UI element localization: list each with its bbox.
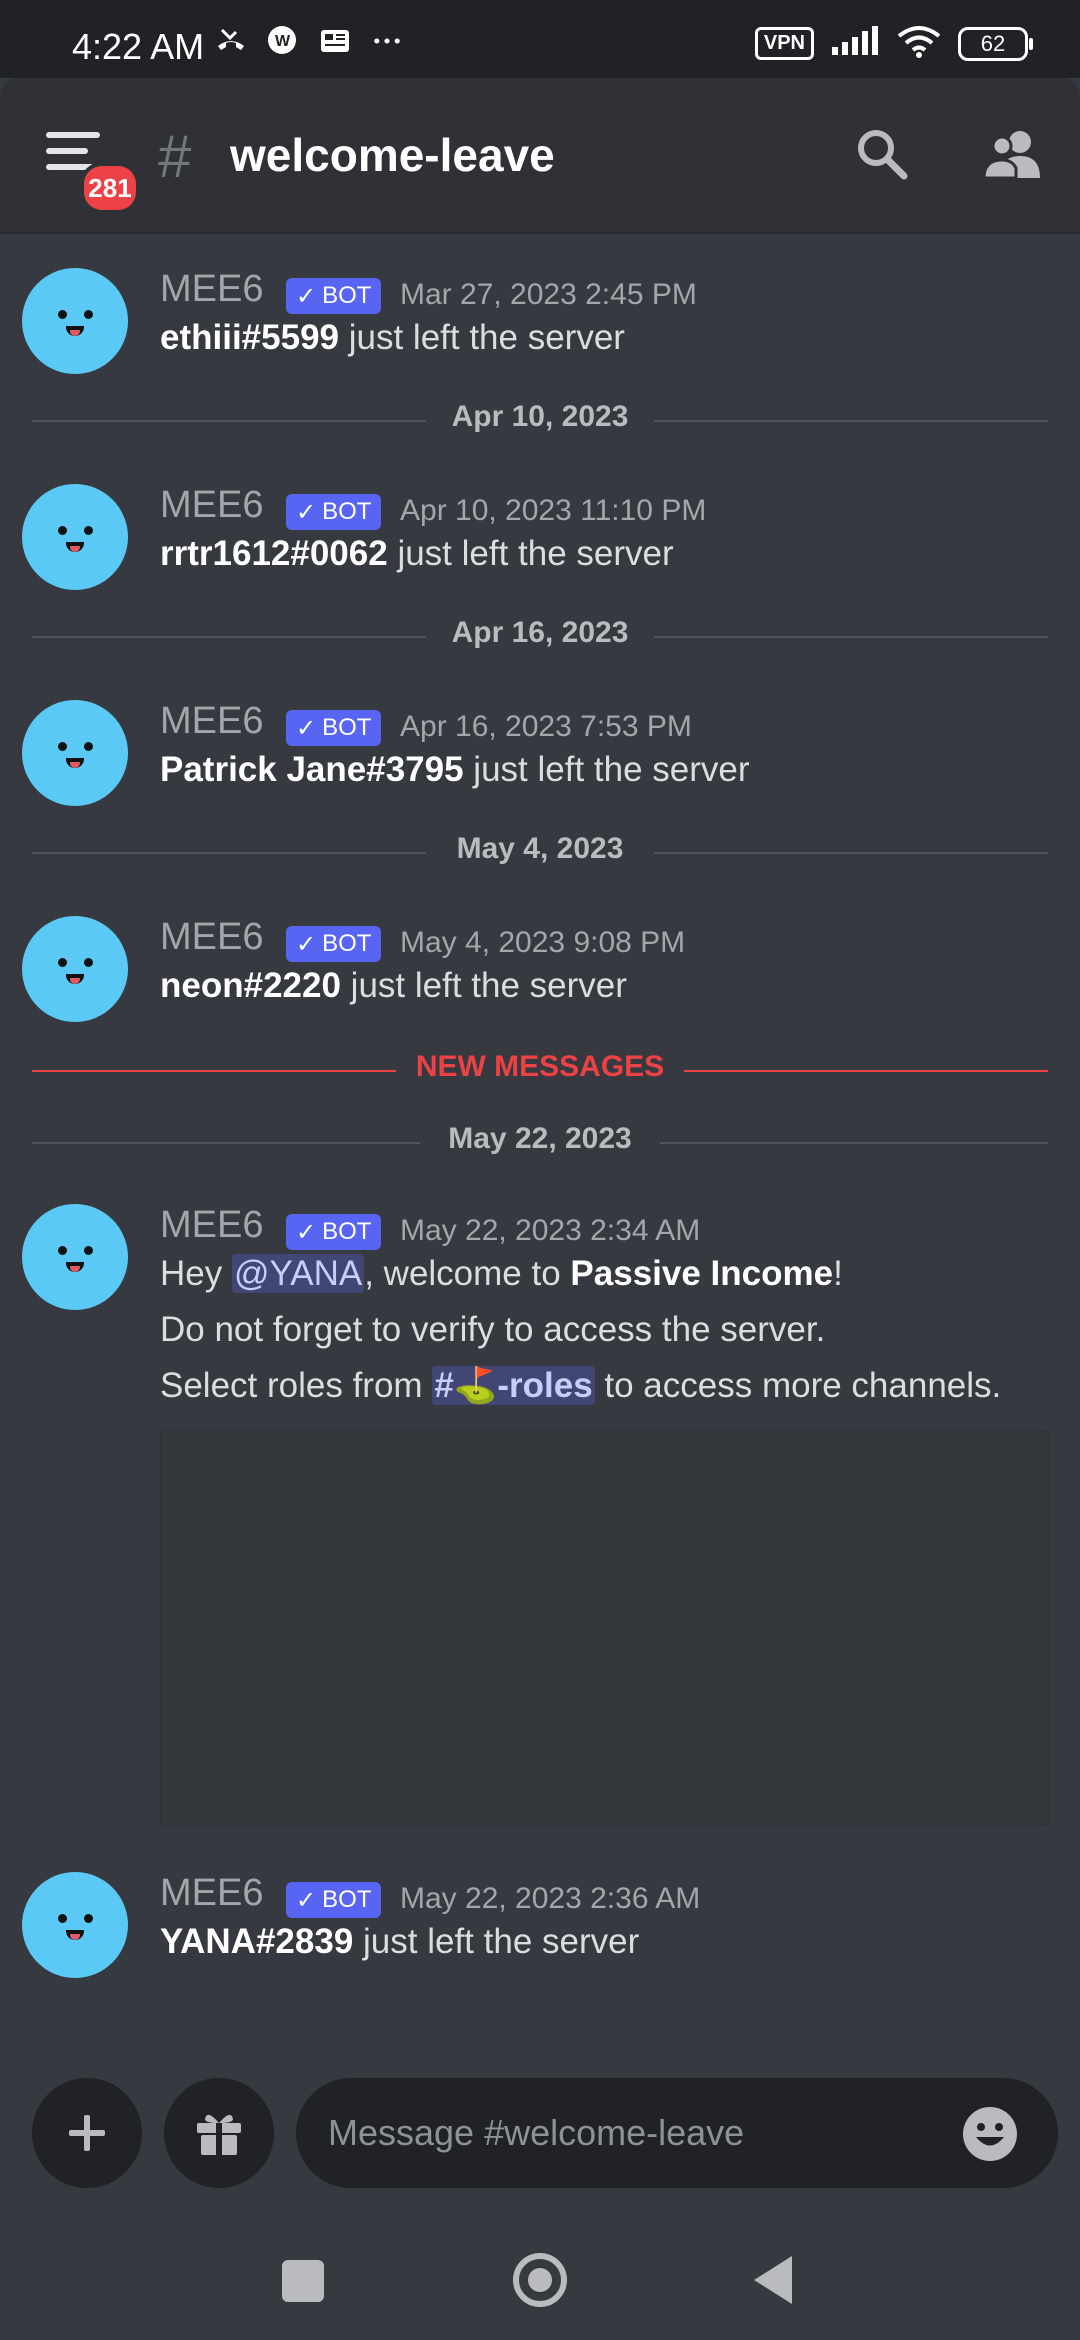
avatar[interactable] [22, 268, 128, 374]
verified-check-icon: ✓ [296, 498, 317, 526]
left-user-name: YANA#2839 [160, 1922, 354, 1961]
bot-tag: ✓ BOT [286, 710, 382, 746]
date-divider: Apr 16, 2023 [32, 616, 1048, 656]
recents-icon[interactable] [282, 2260, 324, 2302]
message-content: neon#2220 just left the server [160, 966, 627, 1005]
verify-line: Do not forget to verify to access the se… [160, 1310, 826, 1349]
verified-check-icon: ✓ [296, 1886, 317, 1914]
gift-icon [197, 2114, 241, 2155]
message-timestamp: May 22, 2023 2:36 AM [400, 1882, 701, 1915]
welcome-line: Hey @YANA, welcome to Passive Income! [160, 1254, 843, 1293]
date-divider: May 4, 2023 [32, 832, 1048, 872]
back-icon[interactable] [754, 2256, 792, 2304]
message-timestamp: Apr 16, 2023 7:53 PM [400, 710, 692, 743]
svg-text:W: W [275, 33, 291, 50]
plus-icon [69, 2115, 105, 2151]
message-composer [0, 2066, 1080, 2216]
channel-header: 281 # welcome-leave [0, 78, 1080, 232]
left-user-name: neon#2220 [160, 966, 341, 1005]
home-icon[interactable] [512, 2252, 568, 2308]
channel-hash-icon: # [158, 123, 192, 190]
emoji-icon[interactable] [960, 2104, 1020, 2164]
left-user-name: ethiii#5599 [160, 318, 339, 357]
message-author[interactable]: MEE6 [160, 916, 263, 959]
battery-indicator: 62 [958, 26, 1033, 61]
verified-check-icon: ✓ [296, 930, 317, 958]
message-content: Hey @YANA, welcome to Passive Income! Do… [160, 1246, 1001, 1414]
missed-call-icon [214, 24, 248, 58]
avatar[interactable] [22, 916, 128, 1022]
message-timestamp: May 4, 2023 9:08 PM [400, 926, 686, 959]
channel-name[interactable]: welcome-leave [230, 128, 555, 182]
date-divider: Apr 10, 2023 [32, 400, 1048, 440]
embed-image-placeholder[interactable] [160, 1430, 1050, 1826]
avatar[interactable] [22, 1204, 128, 1310]
status-left-icons: W [214, 24, 404, 58]
wifi-icon [896, 24, 942, 63]
bot-tag: ✓ BOT [286, 1882, 382, 1918]
unread-mentions-badge: 281 [80, 162, 140, 214]
verified-check-icon: ✓ [296, 1218, 317, 1246]
date-divider: May 22, 2023 [32, 1122, 1048, 1162]
news-icon [318, 24, 352, 58]
status-bar: 4:22 AM W VPN 62 [0, 0, 1080, 78]
bot-tag: ✓ BOT [286, 926, 382, 962]
user-mention[interactable]: @YANA [231, 1254, 365, 1293]
avatar[interactable] [22, 1872, 128, 1978]
gift-button[interactable] [164, 2078, 274, 2188]
whatsapp-business-icon: W [266, 24, 300, 58]
channel-mention[interactable]: #⛳-roles [432, 1366, 595, 1405]
message-timestamp: Mar 27, 2023 2:45 PM [400, 278, 697, 311]
more-dots-icon [370, 24, 404, 58]
message-author[interactable]: MEE6 [160, 700, 263, 743]
message-input[interactable] [296, 2078, 1058, 2188]
message-timestamp: Apr 10, 2023 11:10 PM [400, 494, 707, 527]
left-user-name: Patrick Jane#3795 [160, 750, 464, 789]
message-author[interactable]: MEE6 [160, 268, 263, 311]
add-attachment-button[interactable] [32, 2078, 142, 2188]
avatar[interactable] [22, 484, 128, 590]
server-name: Passive Income [570, 1254, 834, 1293]
message-author[interactable]: MEE6 [160, 1872, 263, 1915]
message-content: ethiii#5599 just left the server [160, 318, 625, 357]
bot-tag: ✓ BOT [286, 278, 382, 314]
message-author[interactable]: MEE6 [160, 1204, 263, 1247]
search-icon[interactable] [852, 124, 912, 184]
verified-check-icon: ✓ [296, 282, 317, 310]
android-nav-bar [0, 2216, 1080, 2340]
avatar[interactable] [22, 700, 128, 806]
verified-check-icon: ✓ [296, 714, 317, 742]
left-user-name: rrtr1612#0062 [160, 534, 388, 573]
bot-tag: ✓ BOT [286, 494, 382, 530]
message-timestamp: May 22, 2023 2:34 AM [400, 1214, 701, 1247]
roles-line: Select roles from #⛳-roles to access mor… [160, 1366, 1002, 1405]
signal-icon [830, 25, 880, 62]
vpn-indicator: VPN [754, 27, 814, 60]
message-content: YANA#2839 just left the server [160, 1922, 640, 1961]
members-icon[interactable] [980, 124, 1044, 184]
new-messages-divider: NEW MESSAGES [32, 1050, 1048, 1090]
message-content: Patrick Jane#3795 just left the server [160, 750, 750, 789]
bot-tag: ✓ BOT [286, 1214, 382, 1250]
status-time: 4:22 AM [72, 26, 205, 67]
message-content: rrtr1612#0062 just left the server [160, 534, 674, 573]
message-author[interactable]: MEE6 [160, 484, 263, 527]
status-right-icons: VPN 62 [754, 24, 1033, 63]
